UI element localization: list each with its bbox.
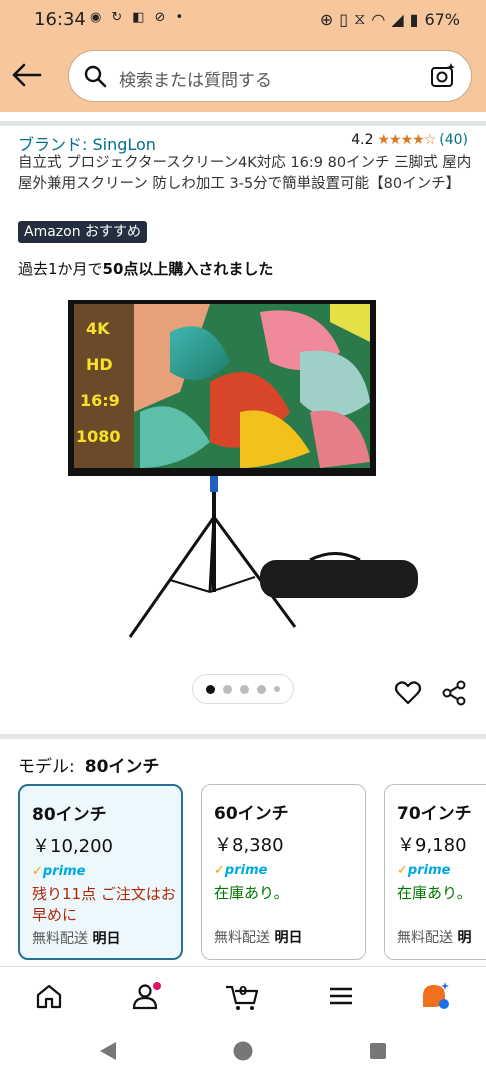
menu-icon[interactable] bbox=[326, 981, 356, 1011]
mute-icon: ⊘ bbox=[154, 10, 166, 25]
account-icon[interactable] bbox=[131, 981, 161, 1011]
shipping-info: 無料配送 明日 bbox=[32, 931, 121, 947]
line-icon: ◉ bbox=[90, 10, 102, 25]
section-divider bbox=[0, 734, 486, 739]
product-image[interactable]: 4K HD 16:9 1080 bbox=[60, 292, 430, 652]
app-icon: ◧ bbox=[132, 10, 145, 25]
camera-search-icon[interactable] bbox=[429, 62, 457, 90]
nfc-icon: ▯ bbox=[339, 9, 349, 29]
search-placeholder: 検索または質問する bbox=[119, 71, 272, 91]
stock-status: 在庫あり。 bbox=[397, 884, 472, 902]
variant-name: 80インチ bbox=[32, 805, 107, 825]
app-header: 検索または質問する bbox=[0, 40, 486, 112]
rufus-assistant-icon[interactable] bbox=[420, 981, 450, 1011]
variant-card-60[interactable]: 60インチ ￥8,380 ✓prime 在庫あり。 無料配送 明日 bbox=[201, 784, 366, 960]
sync-icon: ⊕ bbox=[319, 9, 334, 29]
prime-check-icon: ✓ bbox=[397, 863, 408, 878]
notification-icons: ◉ ↻ ◧ ⊘ • bbox=[90, 10, 183, 25]
cart-count: 0 bbox=[239, 984, 247, 998]
notification-icon: ↻ bbox=[111, 10, 123, 25]
battery-level: 67% bbox=[424, 9, 460, 29]
variant-name: 70インチ bbox=[397, 804, 472, 824]
prime-badge: ✓prime bbox=[397, 863, 451, 878]
signal-icon: ◢ bbox=[391, 9, 404, 29]
system-nav-bar bbox=[0, 1026, 486, 1080]
product-title: 自立式 プロジェクタースクリーン4K対応 16:9 80インチ 三脚式 屋内屋外… bbox=[18, 155, 472, 192]
system-icons: ⊕ ▯ ⧖ ◠ ◢ ▮ 67% bbox=[320, 9, 460, 29]
brand-link[interactable]: ブランド: SingLon bbox=[18, 131, 156, 155]
back-arrow-icon[interactable] bbox=[10, 60, 44, 90]
system-recents-icon[interactable] bbox=[368, 1041, 388, 1061]
pager-dot[interactable] bbox=[223, 684, 232, 694]
battery-icon: ▮ bbox=[409, 9, 419, 29]
status-bar: 16:34 ◉ ↻ ◧ ⊘ • ⊕ ▯ ⧖ ◠ ◢ ▮ 67% bbox=[0, 0, 486, 40]
prime-badge: ✓prime bbox=[214, 863, 268, 878]
pager-dot[interactable] bbox=[206, 684, 215, 694]
pager-dot[interactable] bbox=[257, 684, 266, 694]
prime-badge: ✓prime bbox=[32, 864, 86, 879]
image-label-4k: 4K bbox=[86, 319, 110, 338]
home-icon[interactable] bbox=[34, 981, 64, 1011]
stock-status: 在庫あり。 bbox=[214, 884, 289, 902]
dot-icon: • bbox=[175, 10, 184, 25]
amazon-choice-badge: Amazon おすすめ bbox=[18, 221, 148, 243]
variant-price: ￥10,200 bbox=[32, 836, 113, 857]
image-label-1080: 1080 bbox=[76, 427, 121, 446]
vibrate-icon: ⧖ bbox=[354, 9, 366, 28]
wifi-icon: ◠ bbox=[371, 9, 386, 29]
shipping-info: 無料配送 明 bbox=[397, 930, 472, 946]
heart-icon[interactable] bbox=[394, 679, 422, 707]
variant-card-70[interactable]: 70インチ ￥9,180 ✓prime 在庫あり。 無料配送 明 bbox=[384, 784, 486, 960]
share-icon[interactable] bbox=[440, 679, 468, 707]
cart-icon[interactable]: 0 bbox=[224, 981, 260, 1011]
variant-price: ￥8,380 bbox=[214, 835, 284, 856]
image-label-hd: HD bbox=[86, 355, 113, 374]
review-count[interactable]: (40) bbox=[439, 132, 468, 148]
header-divider bbox=[0, 112, 486, 126]
search-input[interactable]: 検索または質問する bbox=[68, 50, 472, 102]
prime-check-icon: ✓ bbox=[214, 863, 225, 878]
shipping-info: 無料配送 明日 bbox=[214, 930, 303, 946]
system-back-icon[interactable] bbox=[97, 1040, 119, 1062]
image-pager[interactable] bbox=[192, 674, 294, 704]
pager-dot[interactable] bbox=[240, 684, 249, 694]
system-home-icon[interactable] bbox=[232, 1040, 254, 1062]
prime-check-icon: ✓ bbox=[32, 864, 43, 879]
rating-value: 4.2 bbox=[351, 132, 374, 148]
clock: 16:34 bbox=[34, 9, 86, 30]
pager-dot[interactable] bbox=[274, 686, 280, 692]
variant-name: 60インチ bbox=[214, 804, 289, 824]
bottom-nav: 0 bbox=[0, 966, 486, 1026]
variant-card-80[interactable]: 80インチ ￥10,200 ✓prime 残り11点 ご注文はお早めに 無料配送… bbox=[18, 784, 183, 960]
image-label-ratio: 16:9 bbox=[80, 391, 120, 410]
stock-status: 残り11点 ご注文はお早めに bbox=[32, 885, 176, 924]
search-icon bbox=[84, 65, 107, 88]
variant-price: ￥9,180 bbox=[397, 835, 467, 856]
star-rating-icon: ★★★★☆ bbox=[377, 132, 436, 148]
purchase-count: 過去1か月で50点以上購入されました bbox=[18, 260, 274, 278]
rating-summary[interactable]: 4.2 ★★★★☆ (40) bbox=[351, 132, 468, 148]
model-selector-label: モデル: 80インチ bbox=[18, 757, 160, 777]
